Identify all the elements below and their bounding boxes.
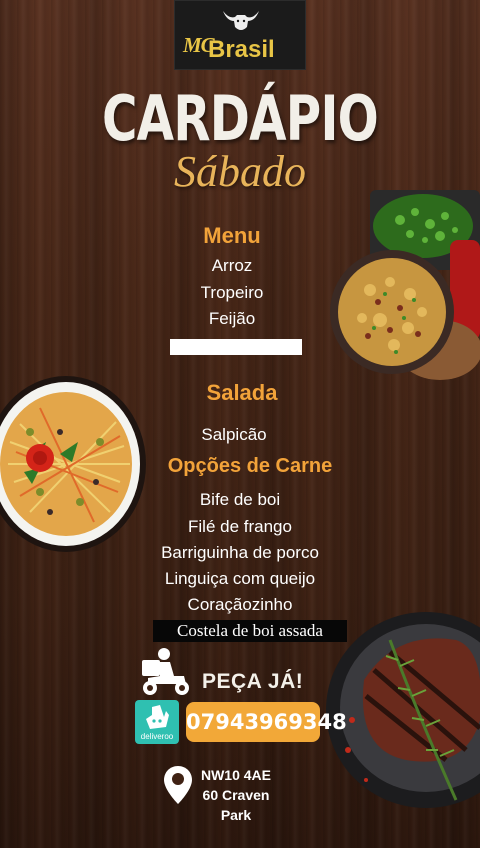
food-photo-tropeiro	[330, 190, 480, 390]
bull-icon	[223, 11, 259, 30]
meat-item-barriguinha: Barriguinha de porco	[161, 543, 319, 562]
food-photo-salad	[0, 372, 148, 556]
order-cta: PEÇA JÁ!	[202, 670, 304, 693]
meat-item-file-frango: Filé de frango	[188, 517, 292, 536]
salad-heading: Salada	[206, 380, 278, 405]
redacted-menu-item	[170, 339, 302, 355]
menu-item-tropeiro: Tropeiro	[200, 283, 264, 302]
location-pin-icon	[164, 766, 192, 804]
meat-item-linguica: Linguiça com queijo	[164, 569, 316, 588]
meat-item-costela: Costela de boi assada	[153, 620, 347, 642]
logo-brand-name: Brasil	[208, 36, 275, 63]
delivery-scooter-icon	[138, 646, 194, 698]
page-title: CARDÁPIO	[101, 82, 379, 155]
salad-item-salpicao: Salpicão	[201, 425, 267, 444]
deliveroo-icon[interactable]: deliveroo	[135, 700, 179, 744]
meat-heading: Opções de Carne	[167, 455, 333, 477]
menu-item-arroz: Arroz	[211, 256, 253, 275]
menu-heading: Menu	[203, 223, 261, 248]
phone-number-button[interactable]: 07943969348	[186, 702, 347, 742]
deliveroo-label: deliveroo	[140, 732, 174, 741]
food-photo-steak	[326, 610, 480, 810]
address-line-2: 60 Craven	[202, 787, 270, 803]
brand-logo: MC Brasil	[174, 0, 306, 70]
address-line-3: Park	[220, 807, 252, 823]
meat-item-coracaozinho: Coraçãozinho	[187, 595, 293, 614]
menu-item-feijao: Feijão	[208, 309, 256, 328]
address-line-1: NW10 4AE	[200, 767, 272, 783]
meat-item-bife: Bife de boi	[199, 490, 281, 509]
